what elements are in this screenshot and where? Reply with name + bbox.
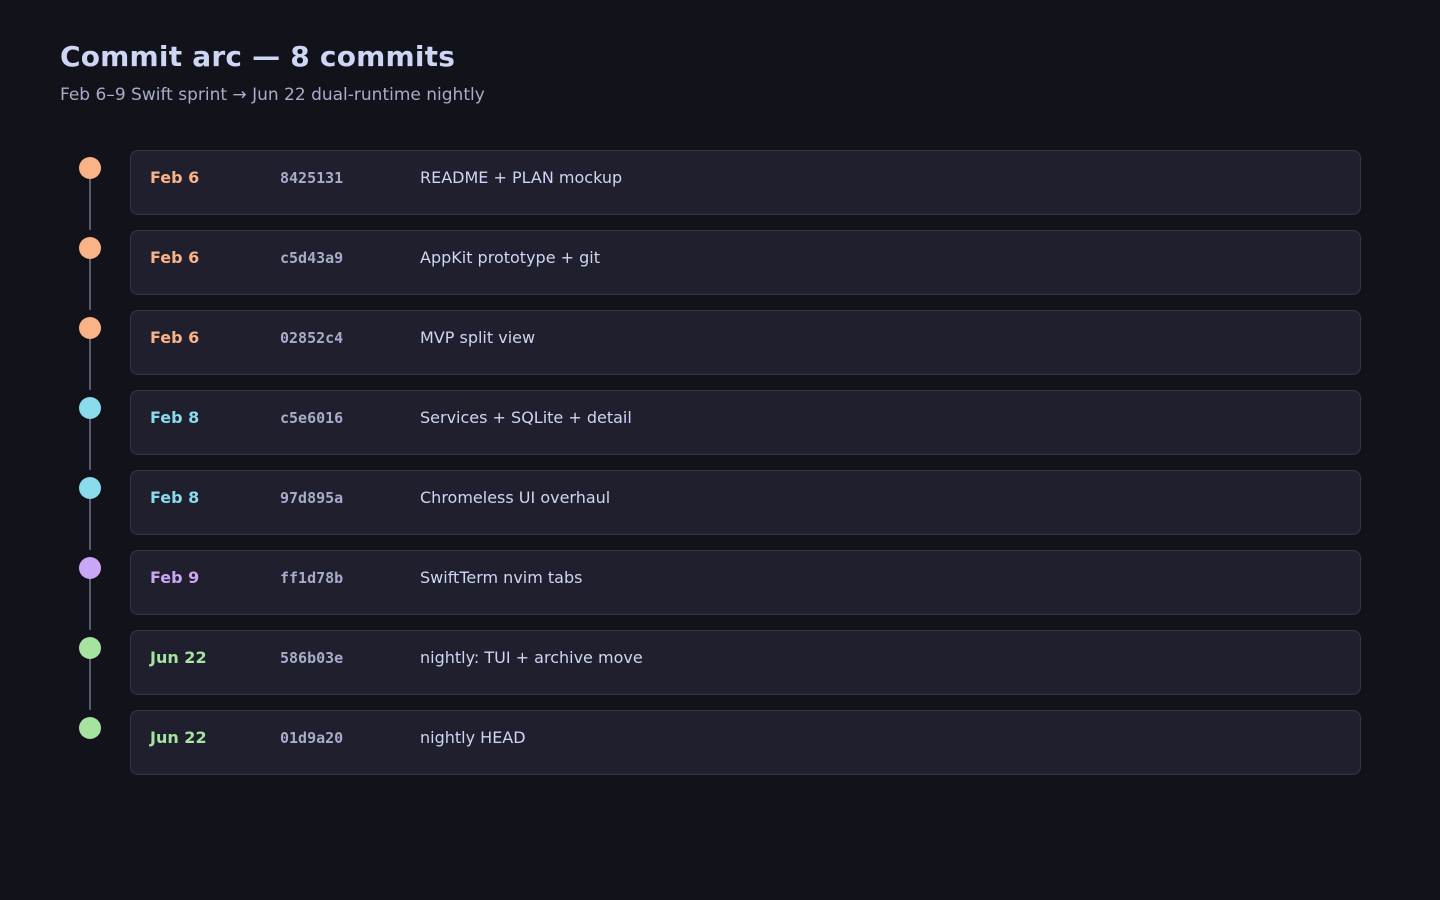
commit-card[interactable]: Jun 22 01d9a20 nightly HEAD (130, 710, 1361, 775)
timeline-dot (79, 637, 101, 659)
timeline-connector (89, 419, 91, 470)
commit-card[interactable]: Feb 8 97d895a Chromeless UI overhaul (130, 470, 1361, 535)
commit-hash[interactable]: 586b03e (280, 648, 343, 668)
commit-hash[interactable]: c5e6016 (280, 408, 343, 428)
commit-arc-page: Commit arc — 8 commits Feb 6–9 Swift spr… (0, 0, 1440, 900)
timeline-dot (79, 717, 101, 739)
commit-message: MVP split view (420, 328, 536, 347)
commit-hash[interactable]: ff1d78b (280, 568, 343, 588)
commit-date: Feb 6 (150, 248, 200, 267)
commit-card[interactable]: Feb 8 c5e6016 Services + SQLite + detail (130, 390, 1361, 455)
page-title: Commit arc — 8 commits (60, 40, 456, 73)
commit-card[interactable]: Feb 9 ff1d78b SwiftTerm nvim tabs (130, 550, 1361, 615)
timeline-connector (89, 499, 91, 550)
commit-date: Feb 8 (150, 408, 200, 427)
timeline-dot (79, 557, 101, 579)
timeline-row: Feb 9 ff1d78b SwiftTerm nvim tabs (0, 550, 1440, 630)
timeline-row: Jun 22 01d9a20 nightly HEAD (0, 710, 1440, 775)
timeline-dot (79, 317, 101, 339)
timeline-row: Feb 6 c5d43a9 AppKit prototype + git (0, 230, 1440, 310)
commit-hash[interactable]: 01d9a20 (280, 728, 343, 748)
commit-hash[interactable]: 97d895a (280, 488, 343, 508)
timeline-row: Feb 6 8425131 README + PLAN mockup (0, 150, 1440, 230)
commit-date: Feb 6 (150, 168, 200, 187)
timeline-row: Jun 22 586b03e nightly: TUI + archive mo… (0, 630, 1440, 710)
commit-card[interactable]: Feb 6 c5d43a9 AppKit prototype + git (130, 230, 1361, 295)
timeline-connector (89, 259, 91, 310)
commit-date: Jun 22 (150, 728, 207, 747)
timeline-connector (89, 579, 91, 630)
commit-card[interactable]: Jun 22 586b03e nightly: TUI + archive mo… (130, 630, 1361, 695)
commit-card[interactable]: Feb 6 02852c4 MVP split view (130, 310, 1361, 375)
commit-message: SwiftTerm nvim tabs (420, 568, 583, 587)
commit-date: Feb 8 (150, 488, 200, 507)
commit-message: README + PLAN mockup (420, 168, 623, 187)
commit-message: Services + SQLite + detail (420, 408, 632, 427)
commit-message: Chromeless UI overhaul (420, 488, 611, 507)
commit-date: Jun 22 (150, 648, 207, 667)
timeline-connector (89, 179, 91, 230)
timeline-dot (79, 237, 101, 259)
timeline-row: Feb 8 97d895a Chromeless UI overhaul (0, 470, 1440, 550)
commit-message: AppKit prototype + git (420, 248, 600, 267)
timeline-connector (89, 339, 91, 390)
commit-date: Feb 6 (150, 328, 200, 347)
timeline-row: Feb 8 c5e6016 Services + SQLite + detail (0, 390, 1440, 470)
commit-hash[interactable]: c5d43a9 (280, 248, 343, 268)
commit-message: nightly HEAD (420, 728, 526, 747)
timeline-dot (79, 477, 101, 499)
timeline-dot (79, 157, 101, 179)
page-subtitle: Feb 6–9 Swift sprint → Jun 22 dual-runti… (60, 85, 485, 105)
timeline-connector (89, 659, 91, 710)
commit-hash[interactable]: 8425131 (280, 168, 343, 188)
commit-hash[interactable]: 02852c4 (280, 328, 343, 348)
commit-card[interactable]: Feb 6 8425131 README + PLAN mockup (130, 150, 1361, 215)
commit-date: Feb 9 (150, 568, 200, 587)
timeline-dot (79, 397, 101, 419)
timeline-row: Feb 6 02852c4 MVP split view (0, 310, 1440, 390)
commit-message: nightly: TUI + archive move (420, 648, 643, 667)
